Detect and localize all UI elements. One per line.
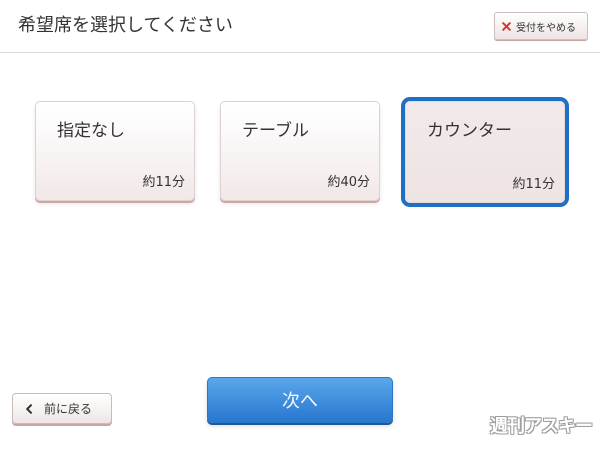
back-button[interactable]: 前に戻る (12, 393, 112, 424)
seat-option-wait-time: 約11分 (512, 177, 555, 192)
back-button-label: 前に戻る (44, 402, 93, 416)
page-title: 希望席を選択してください (18, 15, 233, 36)
cancel-reception-button[interactable]: 受付をやめる (494, 12, 588, 40)
seat-option-label: カウンター (427, 121, 512, 141)
seat-option-wait-time: 約40分 (327, 175, 370, 190)
seat-selection-screen: 希望席を選択してください 受付をやめる 指定なし 約11分 テーブル 約40分 … (0, 0, 600, 450)
header-bar: 希望席を選択してください 受付をやめる (0, 0, 600, 53)
cancel-reception-label: 受付をやめる (516, 22, 576, 34)
seat-option-wait-time: 約11分 (142, 175, 185, 190)
close-icon (502, 21, 511, 31)
seat-option-label: テーブル (242, 121, 309, 141)
chevron-left-icon (25, 403, 33, 414)
seat-option-counter[interactable]: カウンター 約11分 (405, 101, 565, 203)
seat-option-table[interactable]: テーブル 約40分 (220, 101, 380, 201)
next-button[interactable]: 次へ (207, 377, 393, 423)
seat-option-label: 指定なし (57, 121, 125, 141)
watermark-logo: 週刊アスキー (490, 416, 593, 437)
seat-option-no-preference[interactable]: 指定なし 約11分 (35, 101, 195, 201)
